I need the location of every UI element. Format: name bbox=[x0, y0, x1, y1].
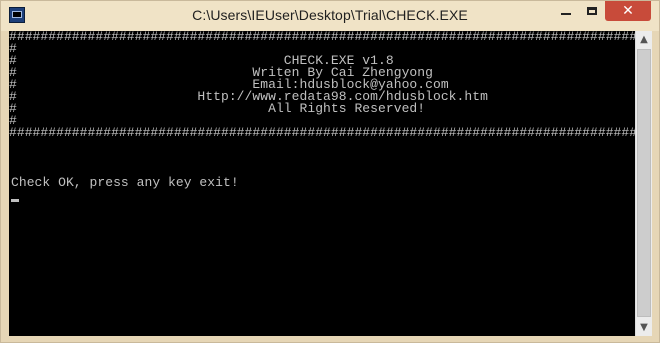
status-message: Check OK, press any key exit! bbox=[11, 175, 239, 190]
text-cursor bbox=[11, 199, 19, 202]
minimize-button[interactable] bbox=[553, 1, 579, 21]
scrollbar-thumb[interactable] bbox=[637, 49, 651, 317]
vertical-scrollbar[interactable]: ▲ ▼ bbox=[635, 31, 652, 336]
chevron-up-icon: ▲ bbox=[640, 34, 648, 45]
close-button[interactable]: ✕ bbox=[605, 1, 651, 21]
title-bar[interactable]: C:\Users\IEUser\Desktop\Trial\CHECK.EXE … bbox=[1, 1, 659, 31]
console-banner: ########################################… bbox=[9, 31, 635, 139]
maximize-icon bbox=[587, 7, 597, 15]
console-output-area[interactable]: ########################################… bbox=[9, 31, 635, 336]
banner-line: ########################################… bbox=[9, 125, 635, 140]
scroll-down-button[interactable]: ▼ bbox=[636, 319, 652, 336]
console-window: C:\Users\IEUser\Desktop\Trial\CHECK.EXE … bbox=[0, 0, 660, 343]
close-icon: ✕ bbox=[622, 3, 634, 19]
chevron-down-icon: ▼ bbox=[640, 322, 648, 333]
maximize-button[interactable] bbox=[579, 1, 605, 21]
scroll-up-button[interactable]: ▲ bbox=[636, 31, 652, 48]
minimize-icon bbox=[561, 13, 571, 15]
window-controls: ✕ bbox=[553, 1, 651, 21]
